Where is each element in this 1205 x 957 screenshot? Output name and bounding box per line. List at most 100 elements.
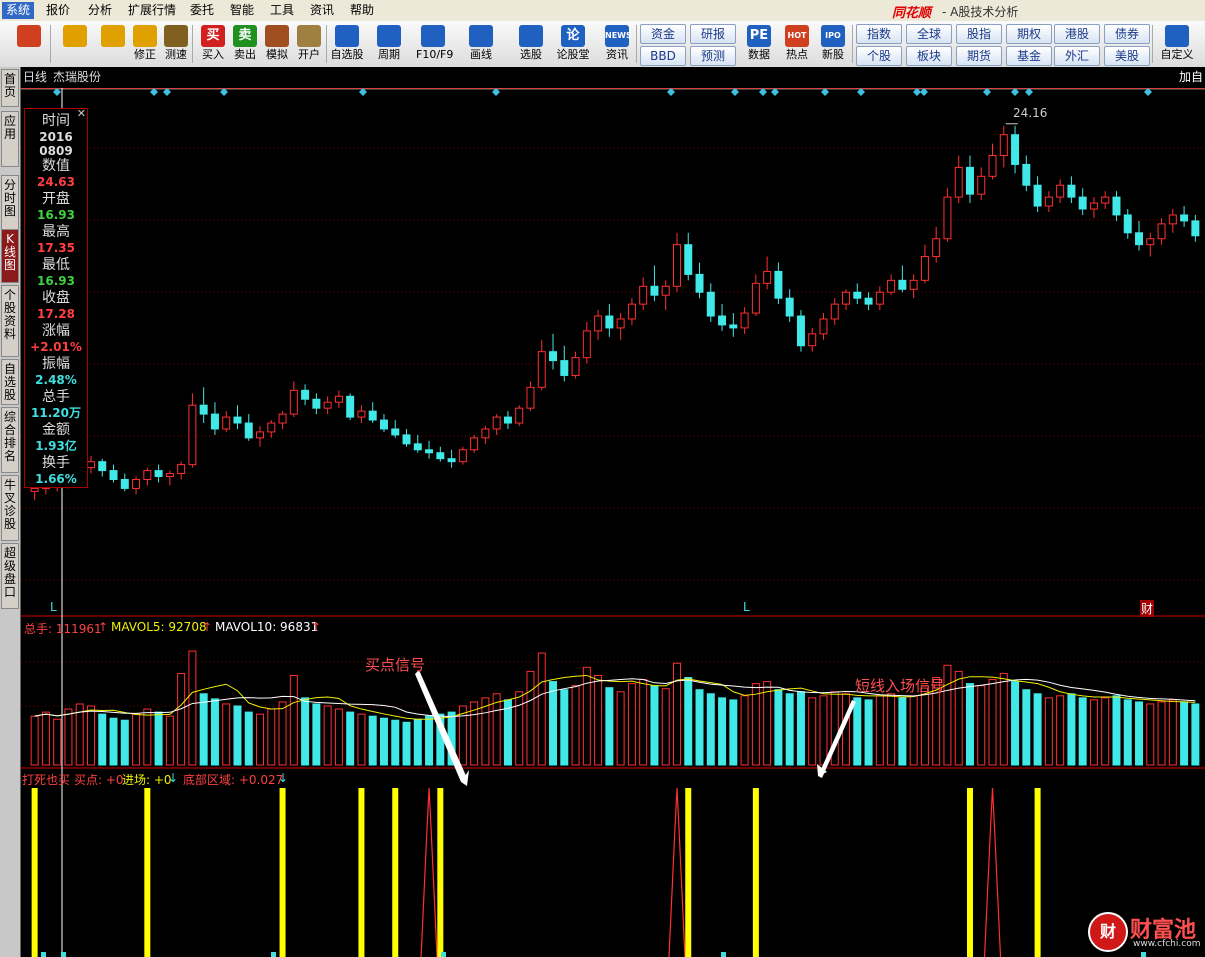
- menu-item-4[interactable]: 委托: [186, 2, 218, 19]
- bottom-zone-marker: [61, 952, 66, 957]
- menu-item-5[interactable]: 智能: [226, 2, 258, 19]
- volume-bar: [751, 683, 760, 766]
- toolbar-button-13[interactable]: 选股: [514, 24, 548, 66]
- entry-signal-bar: [437, 788, 444, 957]
- toolbar-button-7[interactable]: 模拟: [260, 24, 294, 66]
- candle-body: [695, 273, 704, 293]
- info-key: 最低: [42, 257, 70, 273]
- volume-bar: [796, 691, 805, 766]
- toolbar-button-5[interactable]: 买买入: [196, 24, 230, 66]
- kline-chart[interactable]: [21, 88, 1205, 957]
- info-key: 金额: [42, 422, 70, 438]
- toolbar-button-9[interactable]: 自选股: [330, 24, 364, 66]
- quick-button-14[interactable]: 外汇: [1054, 46, 1100, 66]
- sidebar-tab-6[interactable]: 综合排名: [1, 407, 19, 473]
- sidebar-tab-8[interactable]: 超级盘口: [1, 543, 19, 609]
- quick-button-11[interactable]: 板块: [906, 46, 952, 66]
- info-key: 涨幅: [42, 323, 70, 339]
- menu-item-7[interactable]: 资讯: [306, 2, 338, 19]
- quick-button-6[interactable]: 股指: [956, 24, 1002, 44]
- financial-report-marker[interactable]: 财: [1140, 600, 1155, 617]
- toolbar-label: 热点: [786, 48, 808, 61]
- volume-bar: [1180, 701, 1189, 766]
- sidebar-tab-1[interactable]: 应用: [1, 111, 19, 167]
- toolbar-button-15[interactable]: NEWS 资讯: [600, 24, 634, 66]
- toolbar-button-17[interactable]: HOT 热点: [780, 24, 814, 66]
- toolbar-button-2[interactable]: [96, 24, 130, 66]
- candle-body: [1101, 196, 1110, 204]
- toolbar-button-6[interactable]: 卖卖出: [228, 24, 262, 66]
- clock-icon: [164, 25, 188, 47]
- toolbar-button-3[interactable]: 修正: [128, 24, 162, 66]
- period-label[interactable]: 日线: [23, 67, 47, 88]
- toolbar-button-1[interactable]: [58, 24, 92, 66]
- toolbar-button-8[interactable]: 开户: [292, 24, 326, 66]
- bottom-zone-marker: [721, 952, 726, 957]
- bottom-zone-marker: [1141, 952, 1146, 957]
- candle-body: [582, 330, 591, 359]
- toolbar-button-18[interactable]: IPO 新股: [816, 24, 850, 66]
- toolbar-button-11[interactable]: F10/F9: [416, 24, 453, 66]
- entry-label: 进场: +0: [122, 773, 172, 787]
- candle-body: [605, 315, 614, 329]
- quick-button-3[interactable]: 预测: [690, 46, 736, 66]
- quick-button-12[interactable]: 期货: [956, 46, 1002, 66]
- volume-bar: [165, 715, 174, 766]
- info-key: 换手: [42, 455, 70, 471]
- quick-button-1[interactable]: 研报: [690, 24, 736, 44]
- candle-body: [503, 416, 512, 424]
- quick-button-15[interactable]: 美股: [1104, 46, 1150, 66]
- toolbar-button-10[interactable]: 周期: [372, 24, 406, 66]
- sidebar-tab-5[interactable]: 自选股: [1, 359, 19, 405]
- quick-button-0[interactable]: 资金: [640, 24, 686, 44]
- toolbar-button-19[interactable]: 自定义: [1160, 24, 1194, 66]
- buy-icon: 买: [201, 25, 225, 47]
- sidebar-tab-7[interactable]: 牛叉诊股: [1, 475, 19, 541]
- menu-item-6[interactable]: 工具: [266, 2, 298, 19]
- buy-signal-annotation: 买点信号: [365, 656, 426, 674]
- menu-item-0[interactable]: 系统: [2, 2, 35, 19]
- volume-bar: [1135, 701, 1144, 766]
- sidebar-tab-0[interactable]: 首页: [1, 69, 19, 107]
- info-value: 17.28: [37, 307, 75, 321]
- sidebar-tab-4[interactable]: 个股资料: [1, 285, 19, 357]
- volume-bar: [323, 705, 332, 766]
- candle-body: [1157, 223, 1166, 240]
- candle-body: [740, 312, 749, 329]
- menu-item-2[interactable]: 分析: [84, 2, 116, 19]
- sidebar-tab-2[interactable]: 分时图: [1, 175, 19, 231]
- quick-button-10[interactable]: 个股: [856, 46, 902, 66]
- quick-button-7[interactable]: 期权: [1006, 24, 1052, 44]
- volume-bar: [1056, 695, 1065, 766]
- candle-body: [1056, 184, 1065, 198]
- main-toolbar: 修正 测速买买入卖卖出 模拟 开户 自选股 周期 F10/F9 画线 选股论论股堂 NEWS 资讯 P…: [0, 21, 1205, 68]
- toolbar-button-4[interactable]: 测速: [159, 24, 193, 66]
- quick-button-4[interactable]: 指数: [856, 24, 902, 44]
- quick-button-9[interactable]: 债券: [1104, 24, 1150, 44]
- toolbar-button-14[interactable]: 论论股堂: [556, 24, 590, 66]
- candle-body: [650, 285, 659, 296]
- candle-body: [481, 428, 490, 439]
- toolbar-button-12[interactable]: 画线: [464, 24, 498, 66]
- data-window: ✕ 时间 2016 0809 数值 24.63 开盘 16.93 最高 17.35 最低 16.9…: [24, 107, 88, 488]
- volume-bar: [763, 681, 772, 766]
- candle-body: [729, 324, 738, 329]
- toolbar-button-16[interactable]: PE 数据: [742, 24, 776, 66]
- quick-button-13[interactable]: 基金: [1006, 46, 1052, 66]
- quick-button-8[interactable]: 港股: [1054, 24, 1100, 44]
- menu-item-3[interactable]: 扩展行情: [124, 2, 180, 19]
- entry-signal-bar: [1034, 788, 1041, 957]
- volume-bar: [774, 689, 783, 766]
- info-key: 最高: [42, 224, 70, 240]
- menu-item-8[interactable]: 帮助: [346, 2, 378, 19]
- volume-bar: [120, 719, 129, 766]
- add-favorite-button[interactable]: 加自: [1179, 67, 1203, 88]
- toolbar-button-0[interactable]: [12, 24, 46, 66]
- menu-item-1[interactable]: 报价: [42, 2, 74, 19]
- news-icon: NEWS: [605, 25, 632, 47]
- quick-button-5[interactable]: 全球: [906, 24, 952, 44]
- volume-bar: [458, 705, 467, 766]
- volume-bar: [1123, 699, 1132, 766]
- quick-button-2[interactable]: BBD: [640, 46, 686, 66]
- sidebar-tab-3[interactable]: K线图: [1, 229, 19, 283]
